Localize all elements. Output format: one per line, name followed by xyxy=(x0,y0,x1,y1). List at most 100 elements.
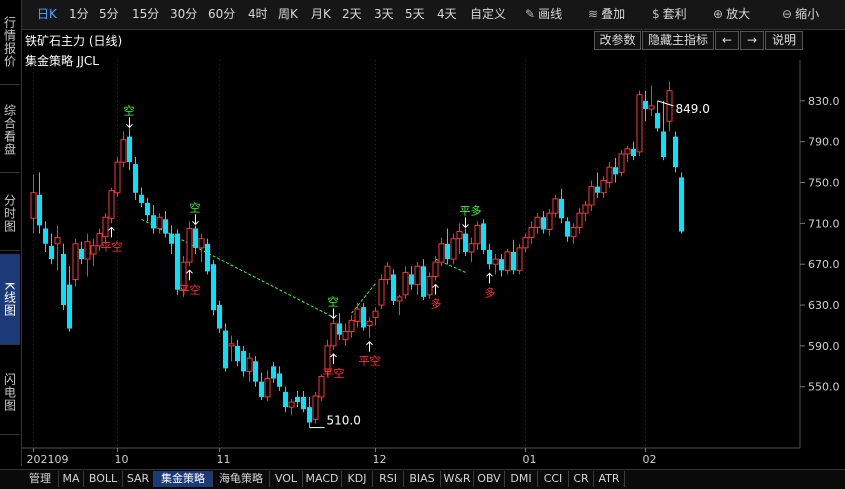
left-nav-item-2[interactable]: 分时图 xyxy=(0,176,20,251)
candle-body xyxy=(468,243,475,253)
period-tab-8[interactable]: 月K xyxy=(311,5,331,23)
candle-body xyxy=(169,233,174,244)
indicator-tab-9[interactable]: RSI xyxy=(373,471,404,487)
candle-body xyxy=(378,279,385,306)
zoom-in-icon: ⊕ xyxy=(713,7,724,21)
candle-body xyxy=(570,226,577,238)
hide-main-indicator-button[interactable]: 隐藏主指标 xyxy=(642,31,714,50)
period-tab-2[interactable]: 5分 xyxy=(99,5,119,23)
left-nav-item-0[interactable]: 行情报价 xyxy=(0,0,20,85)
period-tab-4[interactable]: 30分 xyxy=(170,5,197,23)
period-tab-10[interactable]: 3天 xyxy=(374,5,394,23)
max-price-label: 849.0 xyxy=(676,102,710,116)
candle-body xyxy=(474,224,481,245)
candle-body xyxy=(295,396,300,403)
indicator-tab-4[interactable]: 集金策略 xyxy=(154,471,213,487)
title-row: 铁矿石主力 (日线) 改参数 隐藏主指标 ← → 说明 xyxy=(22,30,845,50)
indicator-tab-5[interactable]: 海龟策略 xyxy=(213,471,270,487)
signal-label: 空 xyxy=(328,294,339,308)
candle-body xyxy=(49,245,54,260)
zoom-out-icon: ⊖ xyxy=(782,7,793,21)
period-tab-9[interactable]: 2天 xyxy=(342,5,362,23)
y-tick-label: 670.0 xyxy=(808,258,840,271)
overlay-button[interactable]: ≋ 叠加 xyxy=(588,5,625,23)
signal-label: 平空 xyxy=(359,354,381,368)
candle-body xyxy=(618,153,625,173)
toolbar: 日K 1分 5分 15分 30分 60分 4时 周K 月K 2天 3天 5天 4天 自定义 ✎ 画线 ≋ 叠加… xyxy=(22,0,845,30)
left-arrow-button[interactable]: ← xyxy=(715,31,739,50)
money-bag-icon: $ xyxy=(652,7,660,21)
candle-body xyxy=(438,243,445,263)
period-tab-0[interactable]: 日K xyxy=(37,5,57,23)
candle-body xyxy=(337,323,342,335)
bottom-tab-bar: 管理 MA BOLL SAR 集金策略 海龟策略 VOL MACD KDJ RSI BIAS W&R O… xyxy=(0,469,845,489)
up-arrow-icon xyxy=(366,341,373,352)
candle-body xyxy=(421,266,426,297)
overlay-label: 叠加 xyxy=(601,7,626,21)
left-nav-item-4[interactable]: 闪电图 xyxy=(0,350,20,435)
candle-body xyxy=(246,357,253,372)
x-tick-label: 10 xyxy=(115,453,129,466)
change-params-button[interactable]: 改参数 xyxy=(594,31,641,50)
zoom-in-label: 放大 xyxy=(726,7,751,21)
candle-body xyxy=(666,90,673,122)
indicator-tab-13[interactable]: DMI xyxy=(505,471,538,487)
period-tab-1[interactable]: 1分 xyxy=(69,5,89,23)
indicator-tab-12[interactable]: OBV xyxy=(474,471,505,487)
candle-body xyxy=(30,192,37,219)
candle-body xyxy=(631,148,636,156)
period-tab-12[interactable]: 4天 xyxy=(437,5,457,23)
right-arrow-button[interactable]: → xyxy=(740,31,764,50)
candle-body xyxy=(217,305,222,329)
signal-label: 平空 xyxy=(323,366,345,380)
draw-line-button[interactable]: ✎ 画线 xyxy=(525,5,562,23)
candle-body xyxy=(402,271,409,296)
period-tab-6[interactable]: 4时 xyxy=(248,5,268,23)
indicator-tab-15[interactable]: CR xyxy=(569,471,594,487)
candle-body xyxy=(283,391,288,408)
candle-body xyxy=(648,105,655,110)
signal-label: 多 xyxy=(431,297,442,311)
candle-body xyxy=(61,254,66,306)
left-nav-item-1[interactable]: 综合看盘 xyxy=(0,88,20,173)
indicator-tab-11[interactable]: W&R xyxy=(441,471,474,487)
signal-label: 平多 xyxy=(460,203,482,217)
y-tick-label: 750.0 xyxy=(808,177,840,190)
explain-button[interactable]: 说明 xyxy=(765,31,803,50)
signal-label: 多 xyxy=(485,285,496,299)
period-tab-3[interactable]: 15分 xyxy=(132,5,159,23)
period-tab-11[interactable]: 5天 xyxy=(405,5,425,23)
candle-body xyxy=(504,251,511,271)
candle-body xyxy=(271,366,276,379)
min-price-label: 510.0 xyxy=(327,414,361,428)
candle-body xyxy=(361,307,366,328)
candle-body xyxy=(259,381,264,397)
period-tab-7[interactable]: 周K xyxy=(278,5,298,23)
indicator-tab-7[interactable]: MACD xyxy=(303,471,342,487)
zoom-out-button[interactable]: ⊖ 缩小 xyxy=(782,5,819,23)
arbitrage-button[interactable]: $ 套利 xyxy=(652,5,687,23)
indicator-tab-8[interactable]: KDJ xyxy=(342,471,373,487)
y-tick-label: 590.0 xyxy=(808,340,840,353)
candlestick-chart[interactable]: 550.0 590.0 630.0 670.0 710.0 750.0 790.0 830.0… xyxy=(22,60,845,468)
indicator-tab-10[interactable]: BIAS xyxy=(404,471,441,487)
candle-body xyxy=(163,219,168,234)
indicator-tab-14[interactable]: CCI xyxy=(538,471,569,487)
left-nav-item-3[interactable]: K线图 xyxy=(0,254,20,345)
indicator-tab-6[interactable]: VOL xyxy=(270,471,303,487)
period-tab-13[interactable]: 自定义 xyxy=(470,5,506,23)
signal-label: 平空 xyxy=(101,239,123,253)
indicator-tab-3[interactable]: SAR xyxy=(123,471,154,487)
zoom-in-button[interactable]: ⊕ 放大 xyxy=(713,5,750,23)
indicator-tab-1[interactable]: MA xyxy=(59,471,84,487)
arbitrage-label: 套利 xyxy=(662,7,687,21)
candle-body xyxy=(450,238,457,260)
candle-body xyxy=(37,194,42,226)
indicator-tab-2[interactable]: BOLL xyxy=(84,471,123,487)
period-tab-5[interactable]: 60分 xyxy=(208,5,235,23)
candle-body xyxy=(661,131,666,157)
candle-body xyxy=(384,265,391,281)
candle-body xyxy=(534,216,541,228)
indicator-tab-0[interactable]: 管理 xyxy=(22,471,59,487)
indicator-tab-16[interactable]: ATR xyxy=(594,471,625,487)
